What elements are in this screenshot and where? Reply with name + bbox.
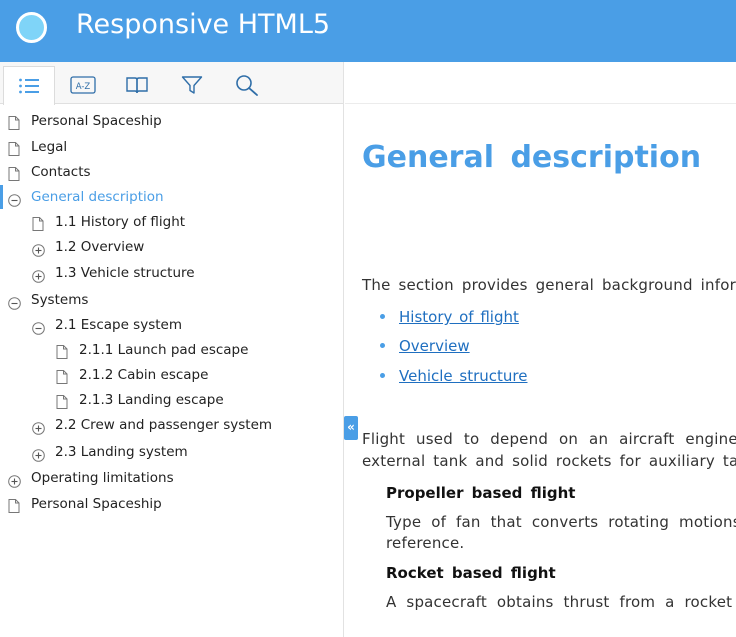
subheading-propeller: Propeller based flight: [386, 484, 576, 502]
filter-icon: [181, 76, 203, 94]
toc-item[interactable]: 2.1.2 Cabin escape: [0, 363, 343, 387]
toc-item[interactable]: 2.3 Landing system: [0, 440, 343, 464]
toc-item-label: Systems: [31, 292, 89, 308]
search-icon: [236, 75, 258, 96]
book-icon: [126, 77, 148, 94]
bullet-icon: [380, 373, 385, 378]
toc-item[interactable]: 1.1 History of flight: [0, 210, 343, 234]
toc-item[interactable]: General description: [0, 185, 343, 209]
toc-item-label: 1.1 History of flight: [55, 214, 186, 230]
toc-item-label: 2.1.1 Launch pad escape: [79, 342, 249, 358]
page-icon: [8, 497, 20, 521]
toc-item-label: 2.2 Crew and passenger system: [55, 417, 273, 433]
toc-item[interactable]: 2.1.1 Launch pad escape: [0, 338, 343, 362]
bullet-icon: [380, 343, 385, 348]
subheading-rocket: Rocket based flight: [386, 564, 556, 582]
toc-item-label: 2.3 Landing system: [55, 444, 188, 460]
sidebar: A-Z Personal Spaceship Legal Contacts Gener…: [0, 62, 344, 637]
app-header: Responsive HTML5: [0, 0, 736, 62]
toc-item-label: 2.1 Escape system: [55, 317, 182, 333]
page-title: General description: [362, 140, 702, 175]
toc-item[interactable]: 2.2 Crew and passenger system: [0, 413, 343, 437]
tab-search[interactable]: [221, 66, 273, 104]
tab-index[interactable]: A-Z: [57, 66, 109, 104]
svg-text:A-Z: A-Z: [76, 82, 91, 92]
tab-glossary[interactable]: [111, 66, 163, 104]
propeller-text-line-2: reference.: [386, 534, 465, 552]
bullet-icon: [380, 314, 385, 319]
toc-item-label: General description: [31, 189, 164, 205]
toc-item[interactable]: Legal: [0, 135, 343, 159]
toc-item-label: 1.2 Overview: [55, 239, 145, 255]
tab-contents[interactable]: [3, 66, 55, 105]
toc-item[interactable]: 1.3 Vehicle structure: [0, 261, 343, 285]
tab-filter[interactable]: [166, 66, 218, 104]
toc-item[interactable]: Systems: [0, 288, 343, 312]
sidebar-toolbar: A-Z: [0, 62, 343, 105]
toc-item[interactable]: 2.1.3 Landing escape: [0, 388, 343, 412]
link-history-of-flight[interactable]: History of flight: [399, 308, 519, 326]
toc-item-label: 2.1.2 Cabin escape: [79, 367, 209, 383]
toc-item[interactable]: 2.1 Escape system: [0, 313, 343, 337]
link-overview[interactable]: Overview: [399, 337, 470, 355]
a-z-index-icon: A-Z: [70, 76, 96, 94]
list-icon: [19, 78, 39, 94]
link-vehicle-structure[interactable]: Vehicle structure: [399, 367, 527, 385]
intro-paragraph: The section provides general background …: [362, 276, 736, 294]
toc-item[interactable]: Personal Spaceship: [0, 492, 343, 516]
content-topbar: [345, 62, 736, 104]
toc-item[interactable]: Operating limitations: [0, 466, 343, 490]
toc-item[interactable]: Contacts: [0, 160, 343, 184]
toc-item[interactable]: 1.2 Overview: [0, 235, 343, 259]
toc-item-label: Personal Spaceship: [31, 496, 162, 512]
toc-item-label: 2.1.3 Landing escape: [79, 392, 224, 408]
rocket-text-line-1: A spacecraft obtains thrust from a rocke…: [386, 593, 736, 611]
flight-paragraph-line-2: external tank and solid rockets for auxi…: [362, 452, 736, 470]
toc-item-label: Operating limitations: [31, 470, 174, 486]
toc-item-label: Contacts: [31, 164, 91, 180]
propeller-text-line-1: Type of fan that converts rotating motio…: [386, 513, 736, 531]
flight-paragraph-line-1: Flight used to depend on an aircraft eng…: [362, 430, 736, 448]
toc-item[interactable]: Personal Spaceship: [0, 109, 343, 133]
topic-content: General description The section provides…: [345, 104, 736, 637]
toc-item-label: Personal Spaceship: [31, 113, 162, 129]
app-title: Responsive HTML5: [76, 9, 331, 40]
toc-item-label: Legal: [31, 139, 68, 155]
logo-icon: [16, 12, 47, 43]
toc-item-label: 1.3 Vehicle structure: [55, 265, 195, 281]
